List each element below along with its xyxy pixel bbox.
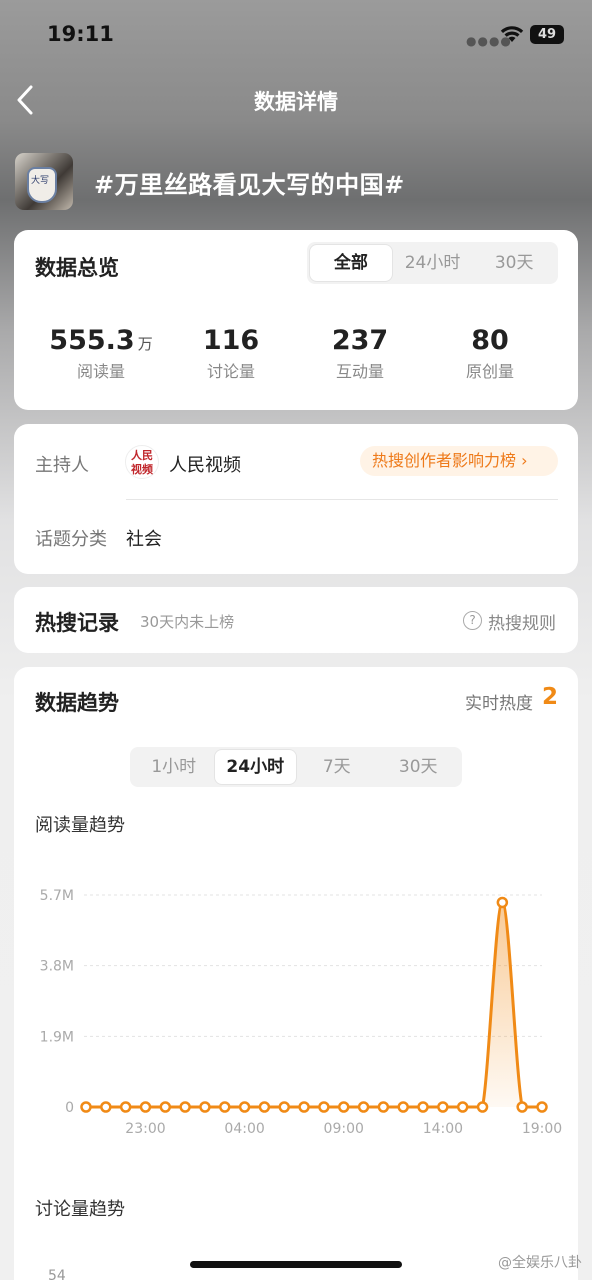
page-title: 数据详情 [254,90,338,114]
data-point[interactable] [100,1101,112,1113]
data-point[interactable] [476,1101,489,1113]
divider [126,499,558,500]
question-icon[interactable]: ? [463,611,482,630]
read-trend-chart: 0 1.9M 3.8M 5.7M 23:00 04:00 09:00 14:00 19:00 [40,888,563,1137]
x-tick-label: 19:00 [522,1121,562,1137]
watermark: @全娱乐八卦 [498,1255,582,1271]
series-line [85,900,542,1109]
trend-range-tabs: 1小时 24小时 7天 30天 [130,747,462,787]
category-label: 话题分类 [35,529,107,550]
y-tick-label: 3.8M [40,959,74,975]
data-point[interactable] [80,1101,92,1113]
host-name[interactable]: 人民视频 [169,451,241,477]
stat-discussions: 116 讨论量 [166,325,296,382]
stat-label: 阅读量 [76,362,125,381]
data-point[interactable] [298,1101,310,1113]
status-time: 19:11 [47,22,114,46]
overview-card: 数据总览 全部 24小时 30天 555.3 万 阅读量 116 讨论量 237 … [14,230,578,410]
realtime-heat-value: 2 [542,684,559,710]
stat-label: 互动量 [335,362,384,381]
category-value: 社会 [126,529,162,550]
trend-card: 数据趋势 实时热度 2 1小时 24小时 7天 30天 阅读量趋势 0 1.9M 3… [14,667,578,1280]
stat-reads: 555.3 万 阅读量 [36,325,166,382]
hot-search-note: 30天内未上榜 [140,613,235,631]
data-point[interactable] [199,1101,211,1113]
tab-30d[interactable]: 30天 [473,245,555,281]
overview-title: 数据总览 [35,256,119,280]
x-tick-label: 04:00 [224,1121,264,1137]
data-point[interactable] [417,1101,429,1113]
tab-24h[interactable]: 24小时 [214,750,296,784]
data-point[interactable] [377,1101,390,1113]
data-point[interactable] [437,1101,449,1113]
topic-thumbnail: 大写 [15,153,73,210]
host-logo[interactable]: 人民视频 [125,445,159,479]
tab-all[interactable]: 全部 [310,245,392,281]
tab-7d[interactable]: 7天 [296,750,378,784]
thumbnail-text: 大写 [31,176,50,186]
data-point[interactable] [397,1101,409,1113]
data-point[interactable] [318,1101,330,1113]
data-point[interactable] [337,1101,350,1113]
trend-title: 数据趋势 [35,691,119,715]
stat-originals: 80 原创量 [425,325,555,382]
data-point[interactable] [496,896,509,909]
topic-info-card: 主持人 人民视频 人民视频 热搜创作者影响力榜 › 话题分类 社会 [14,424,578,574]
battery-icon: 49 [530,25,564,44]
tab-1h[interactable]: 1小时 [133,750,215,784]
stat-value: 237 [331,325,389,356]
data-point[interactable] [119,1101,132,1113]
data-point[interactable] [456,1101,469,1113]
x-tick-label: 09:00 [324,1121,364,1137]
hot-search-title: 热搜记录 [35,611,119,635]
host-label: 主持人 [35,455,89,476]
stat-value: 116 [202,325,260,356]
stat-value: 555.3 [49,325,135,356]
data-point[interactable] [258,1101,271,1113]
x-tick-label: 23:00 [125,1121,165,1137]
topic-title: #万里丝路看见大写的中国# [94,171,405,199]
discussion-y-tick: 54 [48,1268,66,1280]
read-trend-title: 阅读量趋势 [35,815,125,836]
y-tick-label: 1.9M [40,1029,74,1045]
stat-label: 讨论量 [206,362,255,381]
hot-search-rules-link[interactable]: 热搜规则 [488,609,556,634]
discussion-trend-title: 讨论量趋势 [35,1199,125,1220]
data-point[interactable] [536,1101,548,1113]
data-point[interactable] [516,1101,528,1113]
tab-24h[interactable]: 24小时 [392,245,474,281]
series-area [86,902,542,1107]
data-point[interactable] [238,1101,251,1113]
realtime-heat-label: 实时热度 [465,694,533,714]
data-point[interactable] [357,1101,370,1113]
stat-unit: 万 [137,335,153,353]
data-point[interactable] [219,1101,231,1113]
hot-search-card: 热搜记录 30天内未上榜 ? 热搜规则 [14,587,578,653]
data-point[interactable] [179,1101,191,1113]
wifi-icon [500,26,524,42]
stat-value: 80 [471,325,509,356]
stat-interactions: 237 互动量 [295,325,425,382]
tab-30d[interactable]: 30天 [378,750,460,784]
stat-label: 原创量 [465,362,514,381]
data-point[interactable] [139,1101,152,1113]
y-tick-label: 0 [65,1100,74,1116]
influence-rank-link[interactable]: 热搜创作者影响力榜 › [360,446,558,476]
home-indicator [190,1261,402,1268]
y-tick-label: 5.7M [40,888,74,904]
x-tick-label: 14:00 [423,1121,463,1137]
data-point[interactable] [278,1101,291,1113]
data-point[interactable] [159,1101,172,1113]
status-bar: 19:11 ●●●● 49 [0,0,592,70]
overview-range-tabs: 全部 24小时 30天 [307,242,558,284]
